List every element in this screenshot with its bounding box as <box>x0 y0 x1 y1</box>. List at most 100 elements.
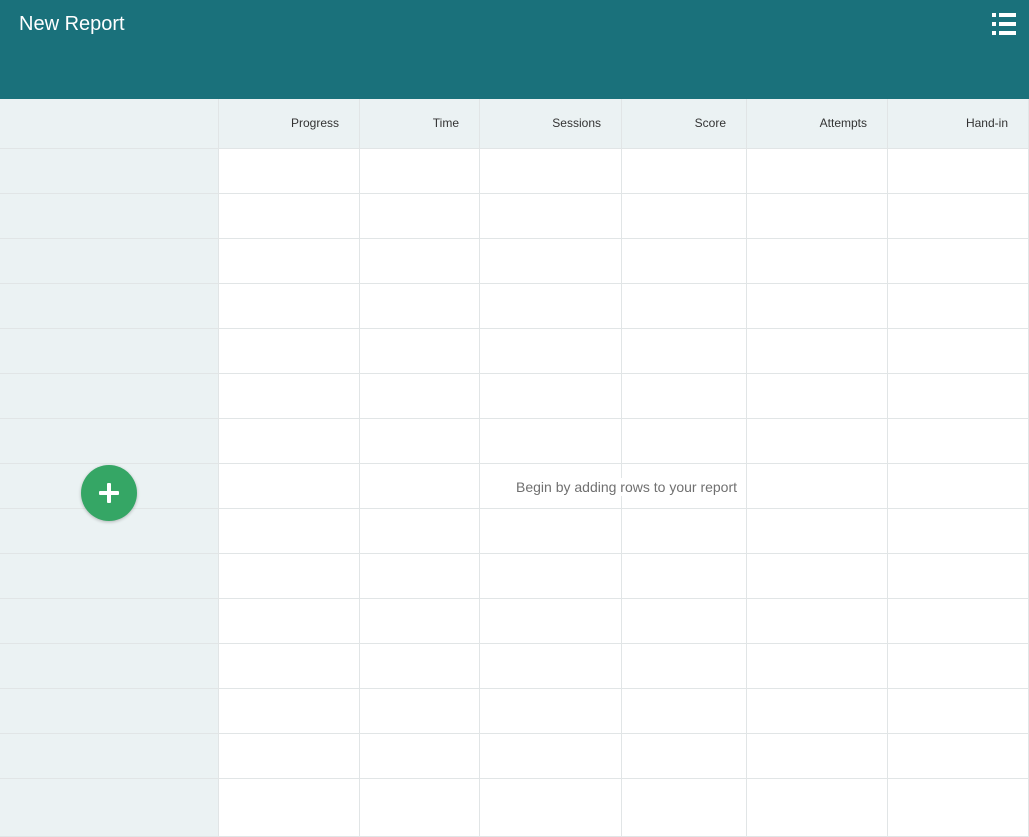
table-cell <box>747 779 888 836</box>
table-cell <box>219 464 360 508</box>
column-header-score[interactable]: Score <box>622 99 747 148</box>
table-cell <box>360 464 480 508</box>
table-cell <box>888 239 1029 283</box>
column-header-row: Progress Time Sessions Score Attempts Ha… <box>0 99 1029 149</box>
table-cell <box>480 239 622 283</box>
table-cell <box>622 599 747 643</box>
table-cell <box>622 419 747 463</box>
table-cell <box>888 149 1029 193</box>
table-row <box>0 329 1029 374</box>
table-cell <box>480 644 622 688</box>
table-cell <box>747 239 888 283</box>
table-cell <box>480 419 622 463</box>
row-label-cell <box>0 779 219 836</box>
table-cell <box>622 644 747 688</box>
table-cell <box>747 464 888 508</box>
table-cell <box>888 734 1029 778</box>
table-cell <box>622 194 747 238</box>
table-cell <box>622 734 747 778</box>
table-cell <box>747 374 888 418</box>
table-cell <box>219 194 360 238</box>
table-row <box>0 644 1029 689</box>
table-cell <box>360 599 480 643</box>
column-header-attempts[interactable]: Attempts <box>747 99 888 148</box>
table-row <box>0 239 1029 284</box>
table-cell <box>888 644 1029 688</box>
table-cell <box>360 689 480 733</box>
table-row <box>0 779 1029 837</box>
table-cell <box>622 284 747 328</box>
column-header-hand-in[interactable]: Hand-in <box>888 99 1029 148</box>
report-app: New Report Progress Time Sessions Score … <box>0 0 1029 837</box>
list-icon[interactable] <box>992 13 1016 35</box>
table-cell <box>480 149 622 193</box>
table-cell <box>360 419 480 463</box>
row-label-cell <box>0 374 219 418</box>
table-cell <box>888 779 1029 836</box>
table-row <box>0 149 1029 194</box>
table-cell <box>360 149 480 193</box>
table-cell <box>360 329 480 373</box>
row-label-cell <box>0 644 219 688</box>
table-cell <box>888 554 1029 598</box>
add-row-button[interactable] <box>81 465 137 521</box>
table-cell <box>622 509 747 553</box>
table-cell <box>360 554 480 598</box>
table-cell <box>219 149 360 193</box>
table-cell <box>480 734 622 778</box>
table-cell <box>622 554 747 598</box>
table-row <box>0 419 1029 464</box>
table-cell <box>888 374 1029 418</box>
table-cell <box>888 284 1029 328</box>
table-cell <box>480 554 622 598</box>
table-cell <box>360 644 480 688</box>
row-label-cell <box>0 599 219 643</box>
table-cell <box>360 194 480 238</box>
table-cell <box>360 509 480 553</box>
table-cell <box>622 374 747 418</box>
table-row <box>0 689 1029 734</box>
column-header-time[interactable]: Time <box>360 99 480 148</box>
table-cell <box>360 284 480 328</box>
table-cell <box>888 509 1029 553</box>
table-cell <box>219 644 360 688</box>
table-row <box>0 734 1029 779</box>
table-cell <box>219 734 360 778</box>
table-row <box>0 599 1029 644</box>
page-title: New Report <box>19 13 125 35</box>
table-cell <box>219 779 360 836</box>
table-row <box>0 374 1029 419</box>
table-cell <box>622 329 747 373</box>
column-header-sessions[interactable]: Sessions <box>480 99 622 148</box>
table-cell <box>622 779 747 836</box>
table-cell <box>622 689 747 733</box>
table-cell <box>747 419 888 463</box>
table-cell <box>480 194 622 238</box>
table-cell <box>747 329 888 373</box>
table-cell <box>888 194 1029 238</box>
table-cell <box>360 374 480 418</box>
table-cell <box>747 194 888 238</box>
row-label-cell <box>0 419 219 463</box>
row-label-header <box>0 99 219 148</box>
row-label-cell <box>0 194 219 238</box>
table-cell <box>480 509 622 553</box>
row-label-cell <box>0 689 219 733</box>
table-cell <box>747 149 888 193</box>
table-cell <box>622 149 747 193</box>
table-cell <box>622 239 747 283</box>
table-cell <box>480 599 622 643</box>
table-row <box>0 554 1029 599</box>
table-cell <box>747 509 888 553</box>
table-cell <box>747 734 888 778</box>
table-row <box>0 284 1029 329</box>
table-cell <box>219 329 360 373</box>
column-header-progress[interactable]: Progress <box>219 99 360 148</box>
table-cell <box>219 599 360 643</box>
table-cell <box>480 779 622 836</box>
table-row <box>0 194 1029 239</box>
table-cell <box>480 374 622 418</box>
table-cell <box>360 779 480 836</box>
table-cell <box>360 239 480 283</box>
table-cell <box>219 419 360 463</box>
